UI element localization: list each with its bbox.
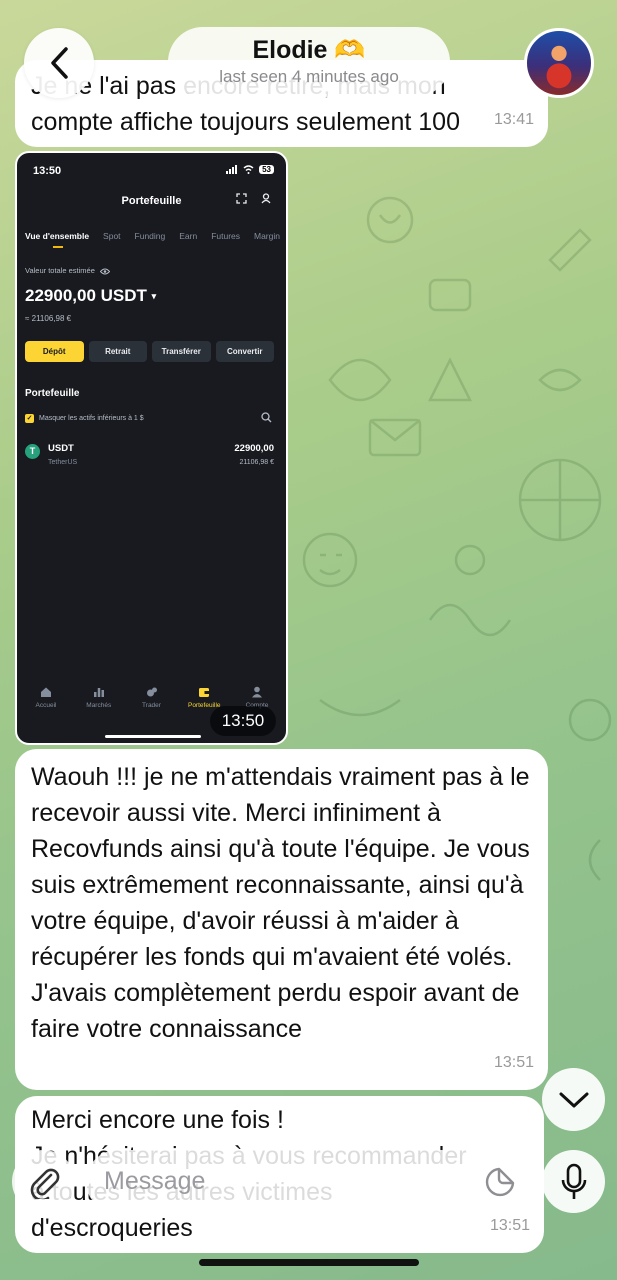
checkbox-checked-icon: ✓ bbox=[25, 414, 34, 423]
chat-title[interactable]: Elodie 🫶 last seen 4 minutes ago bbox=[168, 27, 450, 97]
signal-icon bbox=[226, 165, 238, 174]
screenshot-tab: Futures bbox=[211, 231, 241, 241]
message-time: 13:51 bbox=[493, 1054, 534, 1071]
account-icon bbox=[261, 193, 271, 204]
asset-amount: 22900,00 bbox=[234, 443, 274, 454]
image-time: 13:50 bbox=[210, 706, 276, 736]
screenshot-tab: Funding bbox=[134, 231, 166, 241]
search-icon bbox=[261, 412, 272, 423]
wifi-icon bbox=[243, 165, 254, 174]
screenshot-status-icons: 53 bbox=[226, 165, 274, 174]
sticker-icon bbox=[485, 1167, 515, 1197]
nav-item-markets: Marchés bbox=[74, 686, 124, 709]
nav-label: Trader bbox=[142, 702, 161, 709]
caret-down-icon: ▾ bbox=[151, 291, 157, 302]
battery-level: 53 bbox=[259, 165, 274, 174]
home-indicator bbox=[199, 1259, 419, 1266]
last-seen-status: last seen 4 minutes ago bbox=[219, 67, 399, 86]
message-time: 13:51 bbox=[489, 1217, 530, 1234]
nav-item-trade: Trader bbox=[127, 686, 177, 709]
asset-fiat: 21106,98 € bbox=[239, 459, 274, 466]
microphone-icon bbox=[561, 1163, 586, 1199]
contact-name: Elodie 🫶 bbox=[252, 36, 366, 64]
microphone-button[interactable] bbox=[542, 1150, 605, 1213]
screenshot-tab: Spot bbox=[103, 231, 121, 241]
nav-label: Marchés bbox=[86, 702, 112, 709]
screenshot-header-icons bbox=[236, 193, 272, 204]
screenshot-tabs: Vue d'ensemble Spot Funding Earn Futures… bbox=[25, 231, 280, 248]
message-bubble[interactable]: Waouh !!! je ne m'attendais vraiment pas… bbox=[15, 749, 548, 1090]
scroll-to-bottom-button[interactable] bbox=[542, 1068, 605, 1131]
asset-name: TetherUS bbox=[48, 459, 78, 466]
scan-icon bbox=[236, 193, 247, 204]
screenshot-status-time: 13:50 bbox=[33, 165, 62, 177]
paperclip-icon bbox=[30, 1168, 59, 1199]
screenshot-balance-fiat: ≈ 21106,98 € bbox=[25, 314, 72, 323]
tether-icon: T bbox=[25, 444, 40, 459]
screenshot-tab: Margin bbox=[254, 231, 280, 241]
nav-label: Accueil bbox=[35, 702, 57, 709]
screenshot-action-buttons: Dépôt Retrait Transférer Convertir bbox=[25, 341, 274, 362]
chevron-down-icon bbox=[559, 1092, 588, 1107]
value-label-text: Valeur totale estimée bbox=[25, 266, 95, 275]
eye-icon bbox=[99, 268, 111, 275]
chevron-left-icon bbox=[51, 47, 68, 79]
screenshot-hide-small-row: ✓ Masquer les actifs inférieurs à 1 $ bbox=[25, 414, 144, 423]
asset-symbol: USDT bbox=[48, 443, 74, 454]
screenshot-tab: Earn bbox=[179, 231, 198, 241]
message-input[interactable] bbox=[86, 1150, 531, 1213]
balance-value: 22900,00 USDT bbox=[25, 286, 147, 305]
message-text: Waouh !!! je ne m'attendais vraiment pas… bbox=[31, 763, 530, 1043]
screenshot-section-title: Portefeuille bbox=[25, 388, 80, 399]
screenshot-deposit-button: Dépôt bbox=[25, 341, 84, 362]
screenshot-value-label: Valeur totale estimée bbox=[25, 266, 111, 275]
screenshot-tab: Vue d'ensemble bbox=[25, 231, 90, 248]
screenshot-asset-row: T USDT TetherUS 22900,00 21106,98 € bbox=[25, 443, 274, 475]
image-message[interactable]: 13:50 53 Portefeuille Vue d'ensemble Spo… bbox=[15, 151, 288, 745]
screenshot-home-indicator bbox=[105, 735, 201, 738]
screenshot-withdraw-button: Retrait bbox=[88, 341, 147, 362]
person-icon bbox=[252, 686, 262, 698]
nav-item-home: Accueil bbox=[21, 686, 71, 709]
home-icon bbox=[41, 687, 51, 697]
bar-chart-icon bbox=[93, 688, 104, 697]
screenshot-transfer-button: Transférer bbox=[152, 341, 211, 362]
screenshot-convert-button: Convertir bbox=[215, 341, 274, 362]
message-time: 13:41 bbox=[493, 111, 534, 128]
wallet-icon bbox=[199, 688, 210, 697]
contact-avatar[interactable] bbox=[524, 28, 594, 98]
hide-small-label: Masquer les actifs inférieurs à 1 $ bbox=[39, 415, 144, 422]
attach-button[interactable] bbox=[12, 1150, 75, 1213]
back-button[interactable] bbox=[24, 28, 94, 98]
screenshot-balance: 22900,00 USDT ▾ bbox=[25, 286, 156, 306]
sticker-button[interactable] bbox=[483, 1165, 517, 1199]
trade-icon bbox=[146, 687, 157, 697]
